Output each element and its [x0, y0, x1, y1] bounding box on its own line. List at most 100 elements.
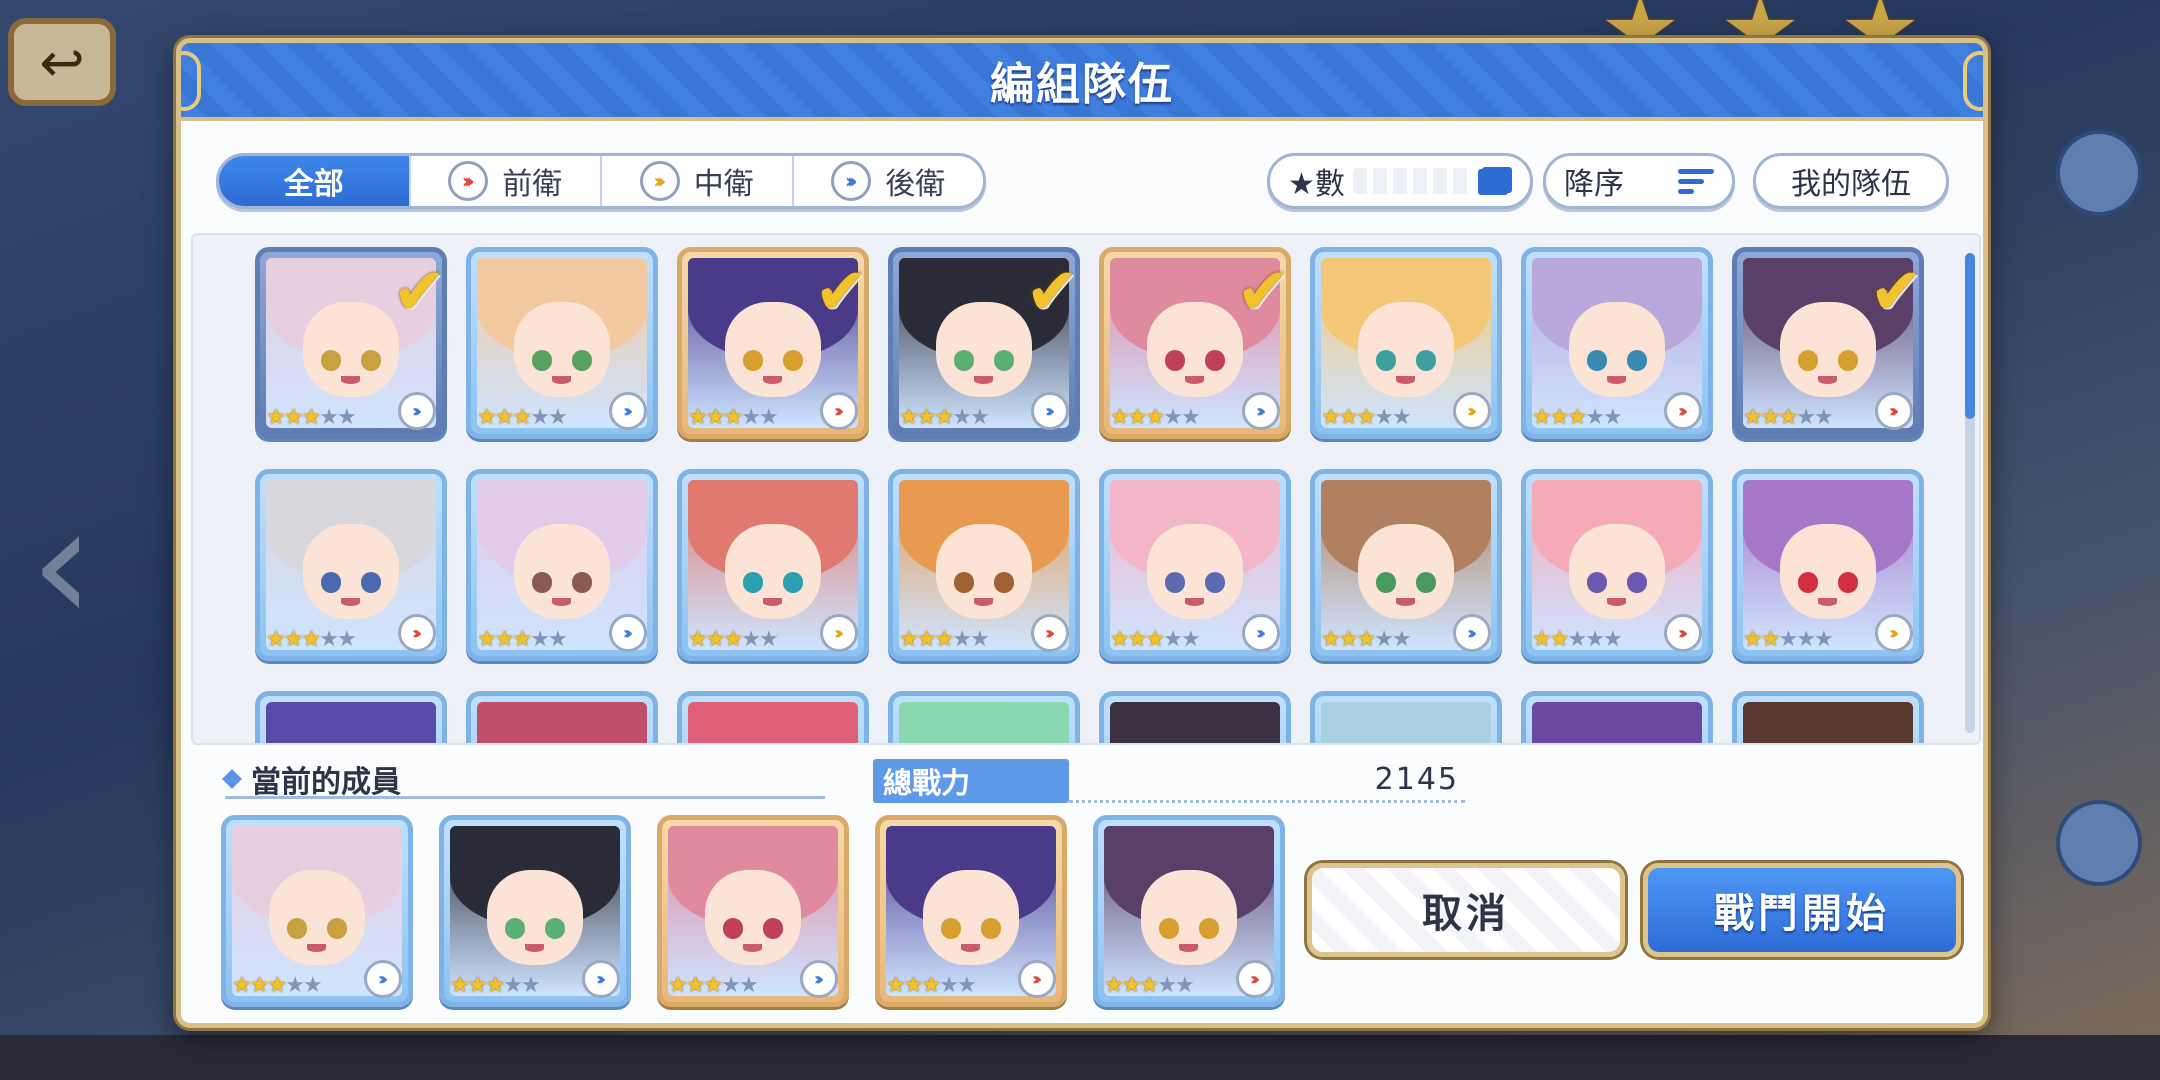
tab-rearguard[interactable]: ››› 後衛	[791, 156, 984, 206]
star-icon: ★	[1743, 405, 1763, 430]
character-card[interactable]: ★★★★★ ››› ✔	[1099, 247, 1291, 439]
character-card[interactable]: ★★★★★ ››› ✔	[888, 247, 1080, 439]
character-card[interactable]: ★★★★★›››	[677, 691, 869, 743]
mouth	[341, 598, 361, 607]
character-card[interactable]: ★★★★★›››	[888, 691, 1080, 743]
star-icon: ★	[741, 627, 761, 652]
face	[1569, 524, 1665, 620]
role-chevron-icon: ›››	[820, 392, 858, 430]
character-card[interactable]: ★★★★★›››	[1521, 691, 1713, 743]
star-icon: ★	[477, 627, 497, 652]
role-chevron-icon: ›››	[582, 960, 620, 998]
character-card[interactable]: ★★★★★›››	[1521, 469, 1713, 661]
character-card[interactable]: ★★★★★›››	[255, 691, 447, 743]
role-chevron-icon: ›››	[1236, 960, 1274, 998]
character-card[interactable]: ★★★★★›››	[1521, 247, 1713, 439]
cancel-button[interactable]: 取消	[1307, 863, 1625, 957]
star-icon: ★	[1374, 627, 1394, 652]
back-button[interactable]: ↩	[8, 18, 116, 106]
selected-check-icon: ✔	[1025, 255, 1079, 329]
star-icon: ★	[1813, 627, 1834, 652]
face	[936, 524, 1032, 620]
tab-midguard[interactable]: ››› 中衛	[600, 156, 792, 206]
eye	[1586, 349, 1608, 371]
star-icon: ★	[1549, 627, 1570, 652]
character-card[interactable]: ★★★★★›››	[255, 469, 447, 661]
character-card[interactable]: ★★★★★›››	[1310, 247, 1502, 439]
sort-order-button[interactable]: 降序	[1543, 153, 1735, 209]
character-card[interactable]: ★★★★★›››	[466, 691, 658, 743]
character-card[interactable]: ★★★★★›››	[1099, 469, 1291, 661]
star-icon: ★	[1778, 627, 1798, 652]
star-icon: ★	[512, 405, 532, 430]
star-icon: ★	[319, 405, 339, 430]
vanguard-role-icon: ›››	[448, 161, 489, 201]
star-icon: ★	[1163, 627, 1183, 652]
character-card[interactable]: ★★★★★ ››› ✔	[255, 247, 447, 439]
eye	[1415, 349, 1437, 371]
roster-scrollbar[interactable]	[1965, 253, 1975, 733]
hair	[1110, 702, 1280, 743]
my-team-button[interactable]: 我的隊伍	[1753, 153, 1949, 209]
mouth	[763, 598, 783, 607]
sort-key-button[interactable]: ★數	[1267, 153, 1533, 209]
start-battle-button[interactable]: 戰鬥開始	[1643, 863, 1961, 957]
star-icon: ★	[1602, 627, 1623, 652]
face	[936, 302, 1032, 398]
character-portrait	[477, 702, 647, 743]
star-icon: ★	[903, 973, 924, 998]
character-card[interactable]: ★★★★★ ››› ✔	[1732, 247, 1924, 439]
character-card[interactable]: ★★★★★›››	[466, 469, 658, 661]
face	[303, 524, 399, 620]
side-menu-icon[interactable]	[2056, 130, 2142, 216]
eye	[1198, 917, 1220, 939]
character-card[interactable]: ★★★★★›››	[466, 247, 658, 439]
side-menu-icon[interactable]	[2056, 800, 2142, 886]
current-members-label: 當前的成員	[251, 764, 401, 800]
eye	[1204, 349, 1226, 371]
eye	[1164, 571, 1186, 593]
face	[1569, 302, 1665, 398]
character-card[interactable]: ★★★★★›››	[1310, 469, 1502, 661]
hair	[477, 702, 647, 743]
mouth	[1396, 376, 1416, 385]
star-icon: ★	[494, 405, 515, 430]
role-chevron-icon: ›››	[1453, 614, 1491, 652]
star-rating: ★★★★★	[1104, 974, 1195, 998]
character-card[interactable]: ★★★★★›››	[677, 469, 869, 661]
tab-all[interactable]: 全部	[219, 156, 409, 206]
character-card[interactable]: ★★★★★›››	[1732, 691, 1924, 743]
team-member-card[interactable]: ★★★★★ ›››	[439, 815, 631, 1007]
star-icon: ★	[1813, 405, 1834, 430]
selected-check-icon: ✔	[814, 255, 868, 329]
star-rating: ★★★★★	[266, 628, 357, 652]
team-member-card[interactable]: ★★★★★ ›››	[657, 815, 849, 1007]
character-card[interactable]: ★★★★★›››	[1099, 691, 1291, 743]
character-card[interactable]: ★★★★★›››	[1310, 691, 1502, 743]
eye	[1415, 571, 1437, 593]
hair	[899, 702, 1069, 743]
role-chevron-icon: ›››	[1875, 614, 1913, 652]
team-member-card[interactable]: ★★★★★ ›››	[1093, 815, 1285, 1007]
character-card[interactable]: ★★★★★ ››› ✔	[677, 247, 869, 439]
prev-page-arrow-icon: ‹	[30, 470, 94, 657]
eye	[1375, 571, 1397, 593]
team-member-card[interactable]: ★★★★★ ›››	[221, 815, 413, 1007]
role-chevron-icon: ›››	[398, 392, 436, 430]
scrollbar-thumb[interactable]	[1965, 253, 1975, 419]
eye	[993, 349, 1015, 371]
dialog-title: 編組隊伍	[990, 59, 1174, 110]
character-card[interactable]: ★★★★★›››	[888, 469, 1080, 661]
star-icon: ★	[934, 627, 954, 652]
character-grid: ★★★★★ ››› ✔ ★★★★★ ››› ★★★★★ ››› ✔ ★★★★★ ››› ✔ ★★★★★…	[255, 247, 1924, 743]
role-chevron-icon: ›››	[1031, 614, 1069, 652]
tab-vanguard[interactable]: ››› 前衛	[408, 156, 601, 206]
eye	[286, 917, 308, 939]
character-card[interactable]: ★★★★★›››	[1732, 469, 1924, 661]
star-icon: ★	[1180, 627, 1201, 652]
star-icon: ★	[512, 627, 532, 652]
face	[303, 302, 399, 398]
mouth	[1818, 376, 1838, 385]
team-member-card[interactable]: ★★★★★ ›››	[875, 815, 1067, 1007]
star-icon: ★	[723, 627, 743, 652]
